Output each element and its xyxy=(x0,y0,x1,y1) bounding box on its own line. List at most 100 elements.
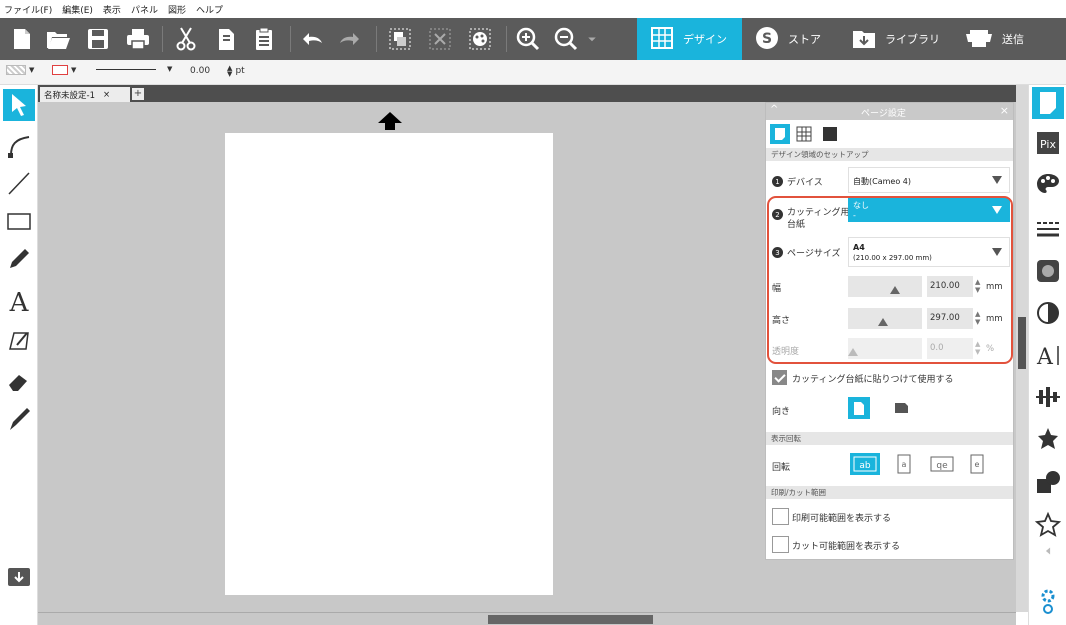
tab-design[interactable]: デザイン xyxy=(637,18,742,60)
device-select[interactable]: 自動(Cameo 4) xyxy=(848,167,1010,193)
horizontal-scrollbar[interactable] xyxy=(38,612,1016,625)
contrast-half-circle-icon[interactable] xyxy=(1032,297,1064,329)
paste-clipboard-icon[interactable] xyxy=(250,25,278,53)
close-icon[interactable]: × xyxy=(103,90,110,100)
chevron-up-icon[interactable]: ^ xyxy=(770,104,778,115)
pixscan-icon[interactable]: Pix xyxy=(1032,127,1064,159)
zoom-dropdown-chevron-icon[interactable] xyxy=(584,25,600,53)
open-folder-icon[interactable] xyxy=(44,25,72,53)
background-tab-icon[interactable] xyxy=(820,124,840,144)
show-print-area-checkbox[interactable] xyxy=(772,508,789,525)
stick-to-mat-checkbox[interactable] xyxy=(772,370,787,385)
new-file-icon[interactable] xyxy=(8,25,36,53)
settings-gear-icon[interactable] xyxy=(1032,585,1064,617)
line-tool-icon[interactable] xyxy=(3,167,35,199)
right-toolbar: Pix A xyxy=(1028,85,1066,625)
ungroup-icon[interactable] xyxy=(426,25,454,53)
redo-icon[interactable] xyxy=(336,25,364,53)
cut-scissors-icon[interactable] xyxy=(172,25,200,53)
svg-text:e: e xyxy=(975,460,980,469)
page-setup-icon[interactable] xyxy=(1032,87,1064,119)
rectangle-tool-icon[interactable] xyxy=(3,205,35,237)
undo-icon[interactable] xyxy=(298,25,326,53)
menu-shape[interactable]: 図形 xyxy=(168,3,186,16)
text-style-icon[interactable]: A xyxy=(1032,339,1064,371)
grid-tab-icon[interactable] xyxy=(794,124,814,144)
text-tool-icon[interactable]: A xyxy=(3,285,35,317)
menu-panel[interactable]: パネル xyxy=(131,3,158,16)
pencil-tool-icon[interactable] xyxy=(3,243,35,275)
menu-file[interactable]: ファイル(F) xyxy=(4,3,52,16)
document-tab-title: 名称未設定-1 xyxy=(44,90,95,101)
tab-library[interactable]: ライブラリ xyxy=(839,18,952,60)
tab-send[interactable]: 送信 xyxy=(952,18,1066,60)
align-panel-icon[interactable] xyxy=(1032,381,1064,413)
line-style-panel-icon[interactable] xyxy=(1032,213,1064,245)
tab-store[interactable]: S ストア xyxy=(742,18,839,60)
add-tab-button[interactable]: + xyxy=(132,88,144,100)
rotate-180-icon[interactable]: qe xyxy=(928,453,956,475)
vertical-scroll-thumb[interactable] xyxy=(1018,317,1026,369)
page-tab-icon[interactable] xyxy=(770,124,790,144)
section-setup-header: デザイン領域のセットアップ xyxy=(766,148,1013,161)
panel-header[interactable]: ^ ページ設定 × xyxy=(766,103,1013,120)
modify-panel-icon[interactable] xyxy=(1032,467,1064,499)
close-icon[interactable]: × xyxy=(1000,104,1009,117)
line-color-select[interactable]: ▼ xyxy=(52,65,76,75)
rotate-label: 回転 xyxy=(772,463,791,473)
toolbar-separator xyxy=(506,26,507,52)
fill-pattern-select[interactable]: ▼ xyxy=(6,65,34,75)
svg-text:A: A xyxy=(9,288,30,315)
zoom-out-icon[interactable] xyxy=(552,25,580,53)
eraser-tool-icon[interactable] xyxy=(3,365,35,397)
landscape-page-icon[interactable] xyxy=(890,397,912,419)
section-print-header: 印刷/カット範囲 xyxy=(766,486,1013,499)
replicate-panel-icon[interactable] xyxy=(1032,423,1064,455)
point-edit-icon[interactable] xyxy=(3,129,35,161)
group-icon[interactable] xyxy=(386,25,414,53)
select-arrow-icon[interactable] xyxy=(3,89,35,121)
line-style-select[interactable]: ▼ xyxy=(96,65,172,73)
document-tab-strip: 名称未設定-1 × + xyxy=(38,85,1020,102)
trace-panel-icon[interactable] xyxy=(1032,255,1064,287)
knife-pen-icon[interactable] xyxy=(3,403,35,435)
rotate-270-icon[interactable]: e xyxy=(966,453,988,475)
copy-icon[interactable] xyxy=(212,25,240,53)
page-sheet[interactable] xyxy=(225,133,553,595)
fill-color-palette-icon[interactable] xyxy=(1032,169,1064,201)
zoom-in-icon[interactable] xyxy=(514,25,542,53)
save-icon[interactable] xyxy=(84,25,112,53)
collapse-arrow-icon[interactable] xyxy=(1032,541,1064,561)
fill-palette-icon[interactable] xyxy=(466,25,494,53)
portrait-page-icon[interactable] xyxy=(848,397,870,419)
show-cut-area-checkbox[interactable] xyxy=(772,536,789,553)
device-label-row: 1 デバイス xyxy=(772,175,823,188)
line-width-field[interactable]: 0.00 ▲ ▼ pt xyxy=(190,65,245,78)
chevron-down-icon xyxy=(992,176,1002,184)
tab-store-label: ストア xyxy=(788,33,821,46)
rotate-0-icon[interactable]: ab xyxy=(850,453,880,475)
document-tab[interactable]: 名称未設定-1 × xyxy=(40,87,130,102)
print-icon[interactable] xyxy=(124,25,152,53)
star-shapes-icon[interactable] xyxy=(1032,509,1064,541)
svg-text:a: a xyxy=(902,460,907,469)
rotate-90-icon[interactable]: a xyxy=(893,453,915,475)
vertical-scrollbar[interactable] xyxy=(1016,85,1028,612)
silhouette-studio-window: ファイル(F) 編集(E) 表示 パネル 図形 ヘルプ デザイン S ストア ラ… xyxy=(0,0,1066,625)
horizontal-scroll-thumb[interactable] xyxy=(488,615,653,624)
send-cutter-icon xyxy=(964,25,994,54)
svg-text:qe: qe xyxy=(936,461,948,471)
device-label: デバイス xyxy=(787,178,823,188)
stepper-icon[interactable]: ▲ ▼ xyxy=(227,65,232,78)
highlight-frame xyxy=(767,196,1013,364)
menu-view[interactable]: 表示 xyxy=(103,3,121,16)
library-import-icon[interactable] xyxy=(3,561,35,593)
toolbar-separator xyxy=(290,26,291,52)
line-width-unit: pt xyxy=(235,66,245,76)
device-value: 自動(Cameo 4) xyxy=(853,177,911,186)
menu-help[interactable]: ヘルプ xyxy=(196,3,223,16)
menu-edit[interactable]: 編集(E) xyxy=(62,3,93,16)
toolbar-separator xyxy=(376,26,377,52)
line-width-value[interactable]: 0.00 xyxy=(190,66,210,76)
knife-tool-icon[interactable] xyxy=(3,325,35,357)
